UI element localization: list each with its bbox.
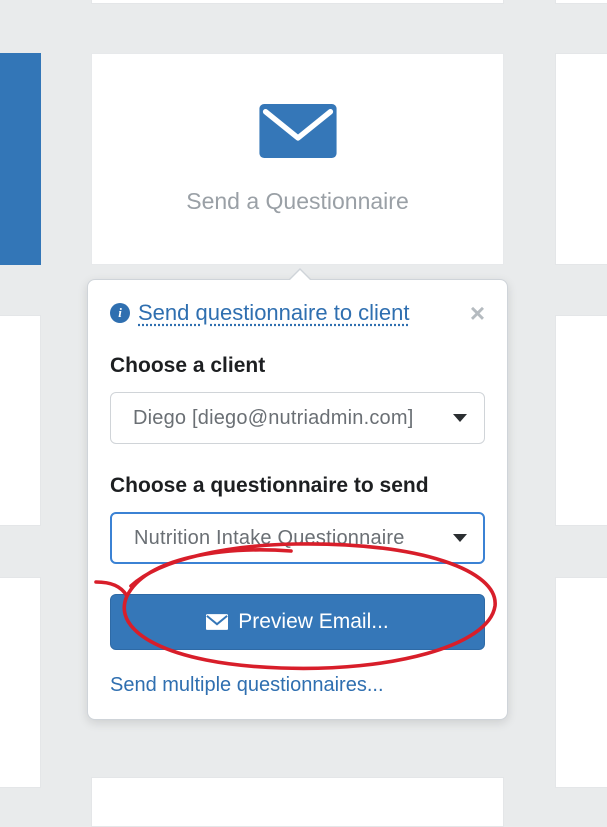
info-icon: i xyxy=(110,303,130,323)
client-select[interactable]: Diego [diego@nutriadmin.com] xyxy=(110,392,485,444)
client-select-wrap: Diego [diego@nutriadmin.com] xyxy=(110,392,485,444)
close-button[interactable]: × xyxy=(470,300,485,326)
card-title: Send a Questionnaire xyxy=(186,188,409,215)
bg-tile xyxy=(0,577,41,788)
bg-tile xyxy=(91,0,504,4)
bg-tile xyxy=(555,577,607,788)
questionnaire-label: Choose a questionnaire to send xyxy=(110,474,485,498)
bg-tile xyxy=(91,777,504,827)
preview-email-label: Preview Email... xyxy=(238,610,389,634)
send-questionnaire-card[interactable]: Send a Questionnaire xyxy=(91,53,504,265)
popover-title: Send questionnaire to client xyxy=(138,300,410,326)
popover-arrow xyxy=(288,268,312,280)
questionnaire-select-wrap: Nutrition Intake Questionnaire xyxy=(110,512,485,564)
popover-header: i Send questionnaire to client × xyxy=(110,300,485,326)
envelope-icon xyxy=(206,614,228,630)
bg-tile xyxy=(0,315,41,526)
send-multiple-link[interactable]: Send multiple questionnaires... xyxy=(110,674,384,697)
questionnaire-select[interactable]: Nutrition Intake Questionnaire xyxy=(110,512,485,564)
preview-email-button[interactable]: Preview Email... xyxy=(110,594,485,650)
bg-tile xyxy=(555,53,607,265)
envelope-icon xyxy=(259,104,337,158)
popover-title-link[interactable]: i Send questionnaire to client xyxy=(110,300,410,326)
bg-tile-active xyxy=(0,53,41,265)
bg-tile xyxy=(555,315,607,526)
bg-tile xyxy=(555,0,607,4)
client-label: Choose a client xyxy=(110,354,485,378)
send-questionnaire-popover: i Send questionnaire to client × Choose … xyxy=(87,279,508,720)
